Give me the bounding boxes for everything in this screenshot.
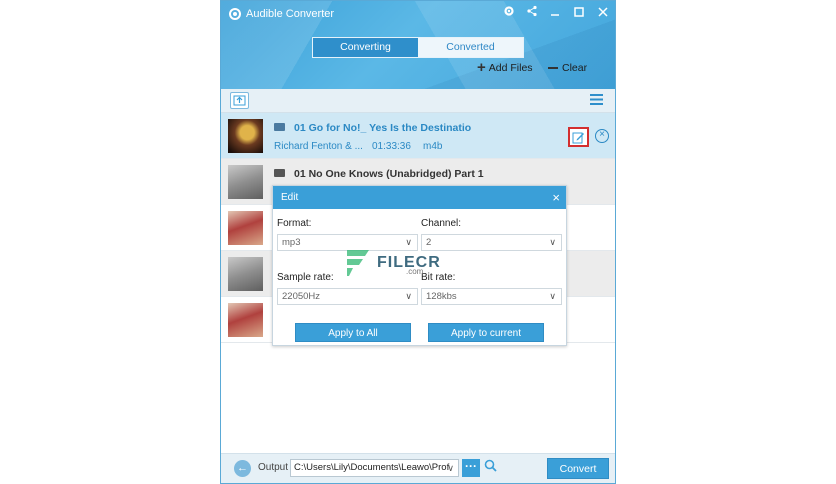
app-logo-icon (229, 8, 241, 20)
header: Audible Converter Converting Converted +… (221, 1, 615, 89)
minimize-icon[interactable] (546, 4, 564, 22)
sample-rate-value: 22050Hz (282, 291, 321, 302)
clear-label: Clear (562, 62, 588, 74)
dialog-header: Edit × (273, 186, 566, 209)
file-title: 01 No One Knows (Unabridged) Part 1 (294, 168, 484, 180)
watermark: FILECR (341, 248, 441, 278)
close-window-icon[interactable] (594, 4, 612, 22)
chevron-down-icon: ∨ (549, 291, 556, 301)
import-icon[interactable] (230, 92, 249, 109)
file-author: Richard Fenton & ... (274, 141, 363, 152)
channel-value: 2 (426, 237, 432, 248)
edit-button[interactable] (568, 127, 589, 147)
watermark-sub: .com (406, 267, 424, 276)
footer-bar: ← Output C:\Users\Lily\Documents\Leawo\P… (221, 453, 615, 483)
title-bar: Audible Converter (229, 6, 334, 22)
watermark-logo-icon (347, 250, 369, 276)
channel-label: Channel: (421, 218, 462, 229)
channel-select[interactable]: 2 ∨ (421, 234, 562, 251)
plus-icon: + (477, 59, 486, 76)
album-cover (228, 119, 263, 153)
app-title: Audible Converter (246, 8, 335, 20)
chevron-down-icon: ∨ (447, 463, 454, 473)
sample-rate-select[interactable]: 22050Hz ∨ (277, 288, 418, 305)
album-cover (228, 211, 263, 245)
audiobook-icon (274, 169, 285, 177)
remove-file-icon[interactable]: × (595, 129, 609, 143)
output-path-value: C:\Users\Lily\Documents\Leawo\Prof (294, 462, 450, 473)
file-row[interactable]: 01 Go for No!_ Yes Is the Destinatio Ric… (221, 113, 615, 159)
convert-button[interactable]: Convert (547, 458, 609, 479)
tab-converting[interactable]: Converting (313, 38, 418, 57)
chevron-down-icon: ∨ (549, 237, 556, 247)
file-title: 01 Go for No!_ Yes Is the Destinatio (294, 122, 472, 134)
output-label: Output (258, 462, 289, 473)
file-format: m4b (423, 141, 443, 152)
browse-more-button[interactable]: ··· (462, 459, 480, 477)
settings-gear-icon[interactable] (500, 4, 518, 22)
bit-rate-select[interactable]: 128kbs ∨ (421, 288, 562, 305)
audiobook-icon (274, 123, 285, 131)
format-label: Format: (277, 218, 312, 229)
tab-converted[interactable]: Converted (418, 38, 523, 57)
sample-rate-label: Sample rate: (277, 272, 334, 283)
app-window: Audible Converter Converting Converted +… (220, 0, 616, 484)
edit-icon (572, 132, 584, 143)
format-value: mp3 (282, 237, 301, 248)
add-files-button[interactable]: + Add Files (477, 59, 533, 76)
album-cover (228, 303, 263, 337)
album-cover (228, 165, 263, 199)
tab-bar: Converting Converted (312, 37, 524, 58)
output-path-select[interactable]: C:\Users\Lily\Documents\Leawo\Prof ∨ (290, 459, 459, 477)
dialog-title: Edit (281, 192, 299, 203)
back-arrow-icon[interactable]: ← (234, 460, 251, 477)
search-icon[interactable] (482, 459, 498, 477)
file-duration: 01:33:36 (372, 141, 411, 152)
minus-icon (548, 67, 558, 69)
chevron-down-icon: ∨ (405, 291, 412, 301)
clear-button[interactable]: Clear (548, 62, 587, 74)
apply-to-current-button[interactable]: Apply to current (428, 323, 544, 342)
apply-to-all-button[interactable]: Apply to All (295, 323, 411, 342)
dialog-close-icon[interactable]: × (552, 186, 560, 209)
bit-rate-value: 128kbs (426, 291, 457, 302)
maximize-icon[interactable] (570, 4, 588, 22)
menu-icon[interactable] (588, 92, 607, 109)
add-files-label: Add Files (488, 62, 533, 74)
share-icon[interactable] (523, 4, 541, 22)
list-toolbar (221, 89, 615, 113)
album-cover (228, 257, 263, 291)
